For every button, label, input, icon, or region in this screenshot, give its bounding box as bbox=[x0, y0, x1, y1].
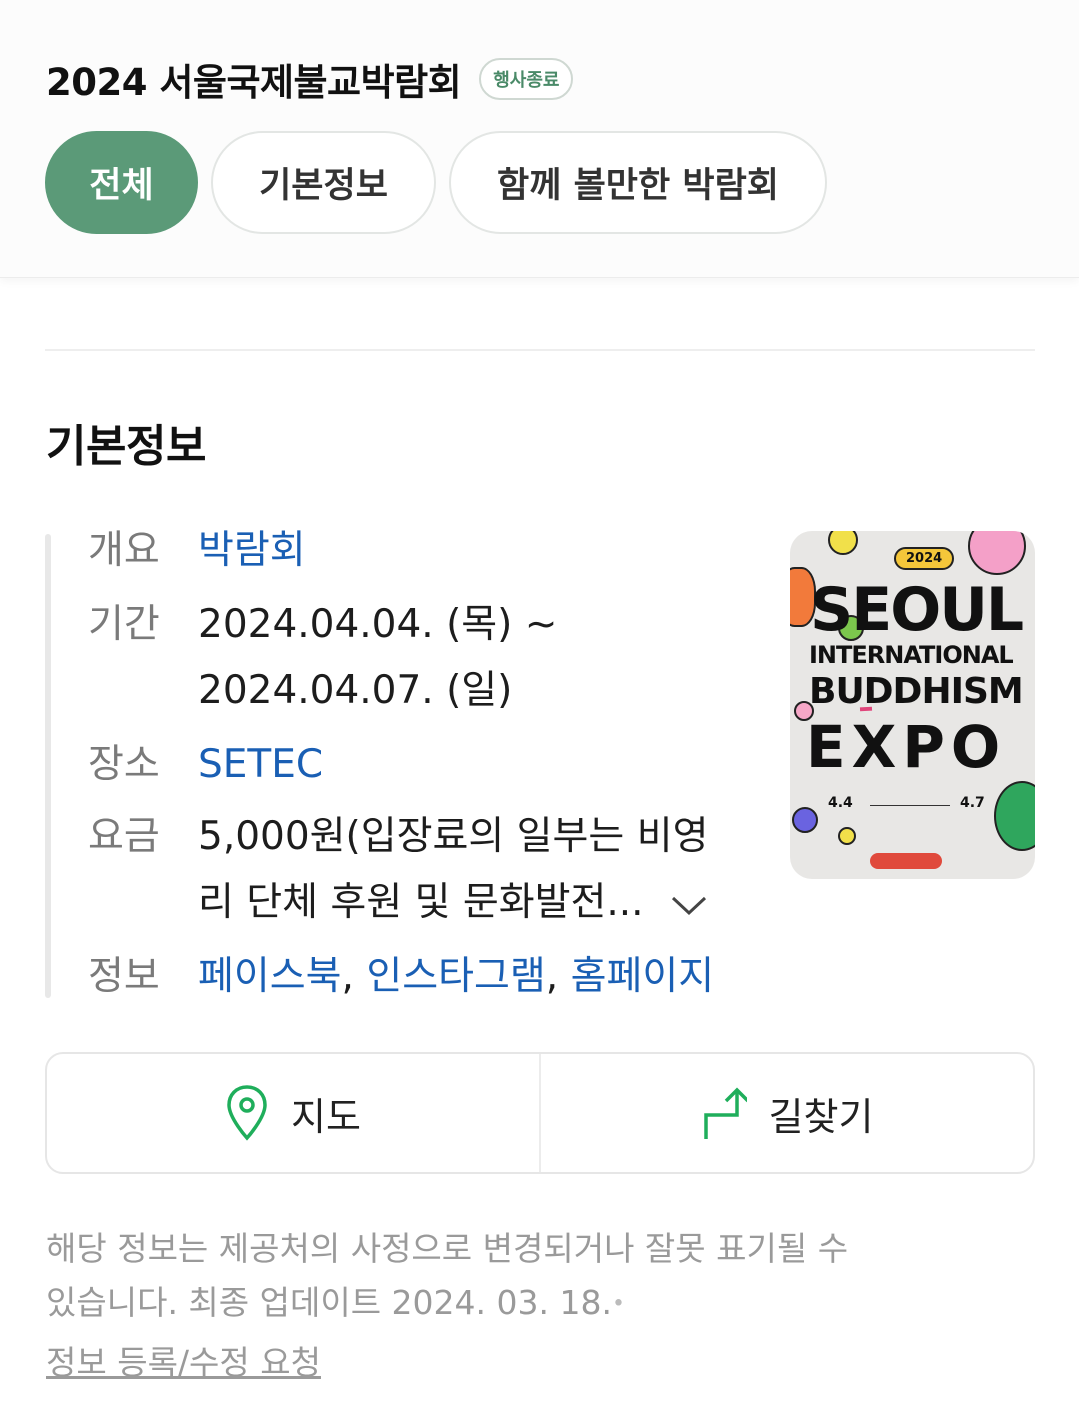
fee-line-2: 리 단체 후원 및 문화발전... bbox=[198, 880, 644, 925]
smiley-sticker bbox=[828, 531, 858, 555]
smiley-sticker bbox=[792, 807, 818, 833]
poster-title-seoul: SEOUL bbox=[810, 575, 1024, 645]
info-row-period: 기간 2024.04.04. (목) ~ 2024.04.07. (일) bbox=[88, 592, 557, 724]
map-label: 지도 bbox=[291, 1094, 361, 1139]
status-badge: 행사종료 bbox=[479, 58, 574, 100]
instagram-link[interactable]: 인스타그램 bbox=[366, 954, 545, 999]
tab-related-expos[interactable]: 함께 볼만한 박람회 bbox=[449, 131, 827, 234]
map-actions: 지도 길찾기 bbox=[45, 1052, 1035, 1174]
tab-basic-info[interactable]: 기본정보 bbox=[211, 131, 436, 234]
info-row-fee: 요금 5,000원(입장료의 일부는 비영 리 단체 후원 및 문화발전... bbox=[88, 804, 708, 938]
overview-link[interactable]: 박람회 bbox=[198, 518, 306, 584]
divider bbox=[45, 349, 1035, 351]
info-row-links: 정보 페이스북, 인스타그램, 홈페이지 bbox=[88, 944, 714, 1010]
period-end: 2024.04.07. (일) bbox=[198, 668, 513, 713]
poster-title-buddhism: BUDDHISM bbox=[809, 671, 1024, 712]
period-value: 2024.04.04. (목) ~ 2024.04.07. (일) bbox=[198, 592, 557, 724]
place-label: 장소 bbox=[88, 742, 160, 787]
link-separator: , bbox=[341, 954, 354, 999]
chevron-down-icon[interactable] bbox=[670, 872, 708, 938]
facebook-link[interactable]: 페이스북 bbox=[198, 954, 342, 999]
info-row-place: 장소 SETEC bbox=[88, 732, 323, 798]
poster-title-expo: EXPO bbox=[806, 713, 1007, 781]
event-poster[interactable]: 2024 SEOUL INTERNATIONAL BUDDHISM EXPO 4… bbox=[790, 531, 1035, 879]
poster-year: 2024 bbox=[894, 547, 955, 570]
smiley-sticker bbox=[838, 827, 856, 845]
page-title: 2024 서울국제불교박람회 bbox=[46, 61, 462, 104]
homepage-link[interactable]: 홈페이지 bbox=[571, 954, 715, 999]
directions-arrow-icon bbox=[703, 1087, 747, 1139]
poster-date-start: 4.4 bbox=[828, 795, 853, 811]
smiley-sticker bbox=[968, 531, 1026, 575]
info-links: 페이스북, 인스타그램, 홈페이지 bbox=[198, 944, 714, 1010]
info-label: 정보 bbox=[88, 954, 160, 999]
directions-button[interactable]: 길찾기 bbox=[539, 1054, 1033, 1172]
title-row: 2024 서울국제불교박람회 행사종료 bbox=[46, 52, 574, 106]
notice-line-2: 있습니다. 최종 업데이트 2024. 03. 18. bbox=[46, 1283, 612, 1322]
map-pin-icon bbox=[227, 1085, 267, 1141]
info-dot-icon[interactable]: • bbox=[612, 1292, 625, 1317]
info-row-overview: 개요 박람회 bbox=[88, 518, 306, 584]
tab-all[interactable]: 전체 bbox=[45, 131, 198, 234]
section-title: 기본정보 bbox=[46, 421, 206, 472]
directions-label: 길찾기 bbox=[768, 1094, 874, 1139]
fee-value: 5,000원(입장료의 일부는 비영 리 단체 후원 및 문화발전... bbox=[198, 804, 708, 938]
period-label: 기간 bbox=[88, 602, 160, 647]
link-separator: , bbox=[545, 954, 559, 999]
poster-footer-badge bbox=[870, 853, 942, 869]
poster-sticker bbox=[859, 706, 873, 712]
tab-bar: 전체 기본정보 함께 볼만한 박람회 bbox=[45, 131, 840, 234]
notice-line-2-row: 있습니다. 최종 업데이트 2024. 03. 18.• bbox=[46, 1276, 1006, 1332]
update-notice: 해당 정보는 제공처의 사정으로 변경되거나 잘못 표기될 수 있습니다. 최종… bbox=[46, 1222, 1006, 1332]
fee-line-1: 5,000원(입장료의 일부는 비영 bbox=[198, 814, 709, 859]
poster-title-international: INTERNATIONAL bbox=[809, 641, 1014, 669]
place-link[interactable]: SETEC bbox=[198, 732, 323, 798]
fee-label: 요금 bbox=[88, 814, 160, 859]
header: 2024 서울국제불교박람회 행사종료 전체 기본정보 함께 볼만한 박람회 bbox=[0, 0, 1079, 278]
poster-date-end: 4.7 bbox=[960, 795, 985, 811]
fee-expand[interactable]: 리 단체 후원 및 문화발전... bbox=[198, 870, 708, 938]
info-side-bar bbox=[45, 534, 51, 998]
edit-request-link[interactable]: 정보 등록/수정 요청 bbox=[46, 1336, 321, 1384]
period-start: 2024.04.04. (목) ~ bbox=[198, 602, 558, 647]
notice-line-1: 해당 정보는 제공처의 사정으로 변경되거나 잘못 표기될 수 bbox=[46, 1229, 849, 1268]
badge-sticker bbox=[994, 781, 1035, 851]
map-button[interactable]: 지도 bbox=[47, 1054, 539, 1172]
overview-label: 개요 bbox=[88, 528, 160, 573]
poster-date-line bbox=[870, 805, 950, 806]
